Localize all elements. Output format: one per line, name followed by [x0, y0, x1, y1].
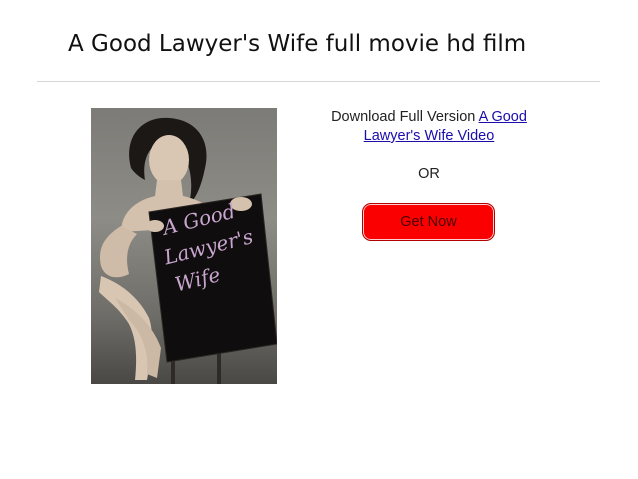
- movie-poster: A Good Lawyer's Wife: [91, 108, 277, 384]
- page: A Good Lawyer's Wife full movie hd film: [0, 0, 638, 479]
- title-divider: [37, 81, 600, 82]
- or-separator: OR: [418, 166, 440, 182]
- get-now-button[interactable]: Get Now: [362, 203, 495, 241]
- page-title: A Good Lawyer's Wife full movie hd film: [68, 31, 527, 57]
- download-prefix: Download Full Version: [331, 109, 479, 125]
- download-text: Download Full Version A Good Lawyer's Wi…: [316, 108, 542, 146]
